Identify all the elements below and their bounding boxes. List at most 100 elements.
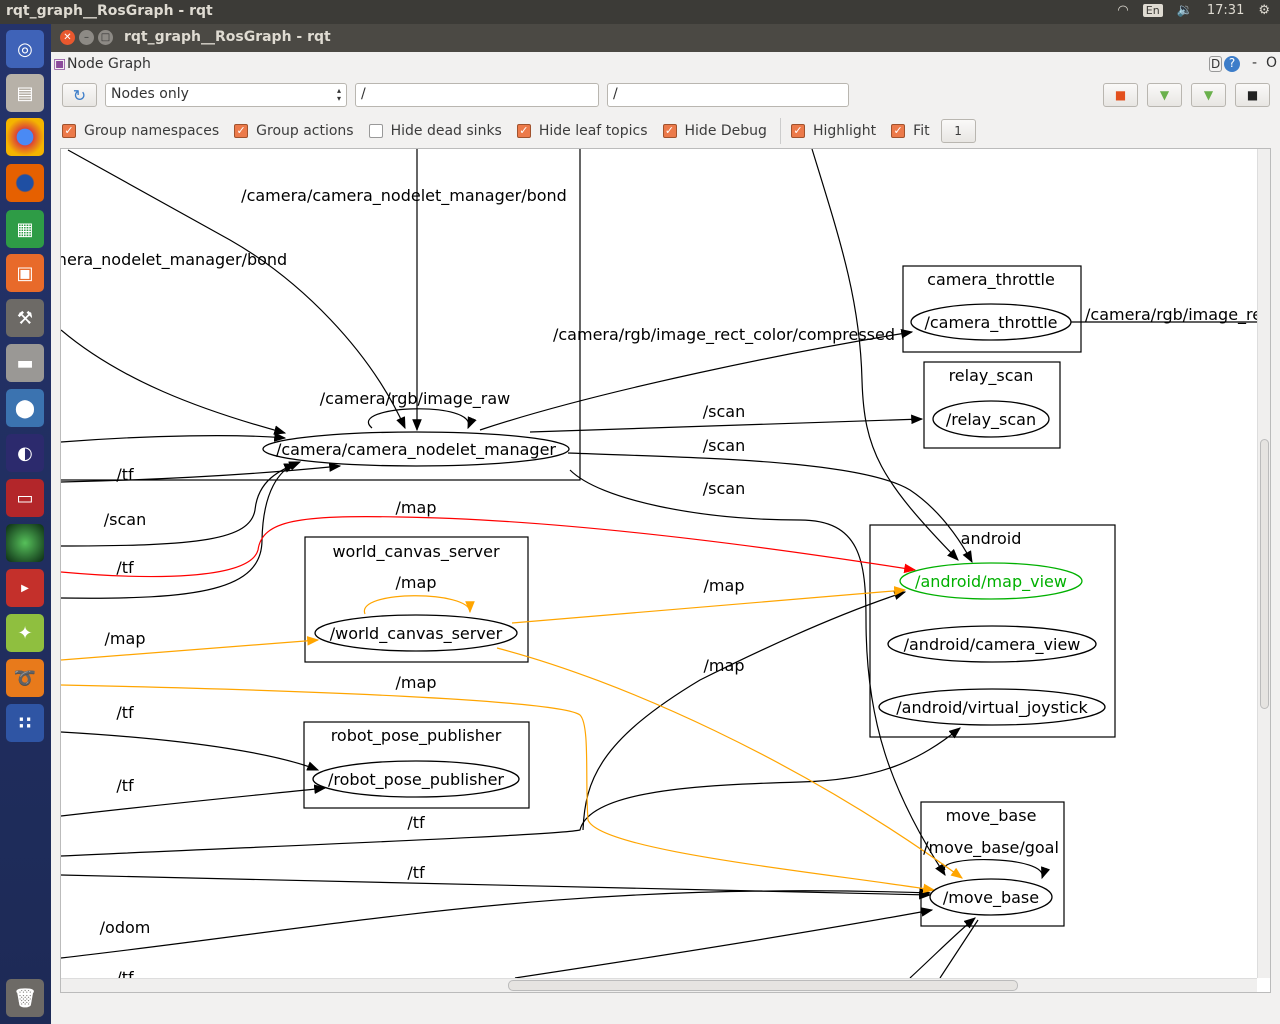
edge [811,149,959,561]
fit-in-view-button[interactable]: 1 [940,119,976,143]
globe-icon[interactable] [6,524,44,562]
edge [61,784,327,817]
active-app-title: rqt_graph__RosGraph - rqt [6,3,213,19]
cluster-label: relay_scan [949,366,1034,386]
horizontal-scrollbar[interactable] [61,978,1257,992]
terminal-app-icon[interactable]: ▭ [6,479,44,517]
power-gear-icon[interactable]: ⚙ [1258,3,1270,18]
option-label: Hide leaf topics [538,123,648,139]
drive-icon[interactable]: ▬ [6,344,44,382]
checkbox-checked[interactable]: ✓ [790,124,805,138]
close-window-button[interactable]: ✕ [60,30,75,45]
edge-label: /map [396,673,437,692]
plugin-title: Node Graph [67,56,151,72]
option-label: Hide dead sinks [390,123,502,139]
option-label: Group namespaces [84,123,220,139]
minimize-plugin-button[interactable]: - [1252,55,1257,71]
python-icon[interactable]: ⬤ [6,389,44,427]
clock[interactable]: 17:31 [1207,3,1244,18]
impress-icon[interactable]: ▣ [6,254,44,292]
node-label: /android/map_view [915,572,1067,592]
wifi-icon[interactable]: ◠ [1117,3,1128,18]
trash-icon[interactable]: 🗑 [6,979,44,1017]
option-group-actions[interactable]: ✓ Group actions [234,123,354,139]
vertical-scrollbar[interactable] [1257,149,1270,978]
option-hide-dead-sinks[interactable]: Hide dead sinks [368,123,502,139]
screen-icon: ■ [1246,88,1259,102]
checkbox-unchecked[interactable] [368,124,383,138]
edge-label: /camera/camera_nodelet_manager/bond [241,186,567,206]
edge [61,887,932,959]
option-hide-debug[interactable]: ✓ Hide Debug [662,123,767,139]
edge-label: /map [704,656,745,675]
option-group-namespaces[interactable]: ✓ Group namespaces [62,123,219,139]
youtube-icon[interactable]: ▶ [6,569,44,607]
edge-label: /camera/rgb/image_re [1085,305,1257,325]
edge-label: /map [396,498,437,517]
edge-label: /tf [116,465,134,484]
edge [569,469,946,877]
horizontal-scroll-thumb[interactable] [508,980,1018,991]
calc-icon[interactable]: ▦ [6,210,44,248]
edge-label: /tf [116,703,134,722]
option-hide-leaf-topics[interactable]: ✓ Hide leaf topics [516,123,648,139]
cluster-label: android [961,529,1022,548]
edge-map [496,647,963,879]
vertical-scroll-thumb[interactable] [1260,439,1269,709]
edge-label: /scan [703,436,745,455]
graph-mode-select[interactable]: Nodes only ▴ ▾ [105,83,347,107]
refresh-button[interactable]: ↻ [62,83,97,107]
close-plugin-button[interactable]: O [1266,55,1277,71]
chrome-icon[interactable] [6,118,44,156]
edge-map [61,636,320,661]
edge [61,874,932,900]
app-grid-icon[interactable]: ∷ [6,704,44,742]
settings-icon[interactable]: ⚒ [6,299,44,337]
edge [514,907,934,978]
files-icon[interactable]: ▤ [6,74,44,112]
option-fit[interactable]: ✓ Fit [891,123,930,139]
edge-label: /move_base/goal [923,838,1059,858]
node-label: /relay_scan [946,410,1036,430]
volume-icon[interactable]: 🔉 [1177,3,1193,18]
edge-label: /map [105,629,146,648]
separator [779,118,781,144]
node-label: /move_base [943,888,1039,908]
checkbox-checked[interactable]: ✓ [62,124,76,138]
node-label: /android/virtual_joystick [896,698,1088,718]
save-icon: ▼ [1159,88,1170,102]
refresh-icon: ↻ [72,85,87,105]
save-svg-button[interactable]: ▼ [1191,83,1226,107]
node-graph-icon: ▣ [53,56,67,72]
namespace-filter-input[interactable]: / [355,83,599,107]
edge-label: /tf [116,558,134,577]
android-studio-icon[interactable]: ✦ [6,614,44,652]
edge-label: /camera/rgb/image_raw [320,389,511,409]
save-dot-button[interactable]: ▼ [1147,83,1182,107]
keyboard-layout-indicator[interactable]: En [1142,4,1163,17]
checkbox-checked[interactable]: ✓ [516,124,531,138]
edge [479,328,914,431]
edge [909,917,976,978]
debug-button[interactable]: D [1209,56,1223,72]
ubuntu-dash-icon[interactable]: ◎ [6,30,44,68]
load-dot-button[interactable]: ■ [1103,83,1138,107]
checkbox-checked[interactable]: ✓ [891,124,906,138]
maximize-window-button[interactable]: □ [98,30,113,45]
eclipse-icon[interactable]: ◐ [6,434,44,472]
edge [582,590,907,831]
option-highlight[interactable]: ✓ Highlight [790,123,876,139]
save-image-icon: ▼ [1203,88,1214,102]
graph-canvas[interactable]: camera_throttle relay_scan android world… [60,148,1271,993]
cluster-label: robot_pose_publisher [331,726,502,746]
app-icon[interactable]: ➰ [6,659,44,697]
checkbox-checked[interactable]: ✓ [234,124,249,138]
topic-filter-input[interactable]: / [607,83,849,107]
launcher-sidebar: ◎ ▤ ▦ ▣ ⚒ ▬ ⬤ ◐ ▭ ▶ ✦ ➰ ∷ 🗑 [0,24,51,1024]
checkbox-checked[interactable]: ✓ [662,124,677,138]
minimize-window-button[interactable]: – [79,30,94,45]
edge-map [364,595,475,615]
help-button[interactable]: ? [1224,56,1240,72]
firefox-icon[interactable] [6,164,44,202]
screenshot-button[interactable]: ■ [1235,83,1270,107]
